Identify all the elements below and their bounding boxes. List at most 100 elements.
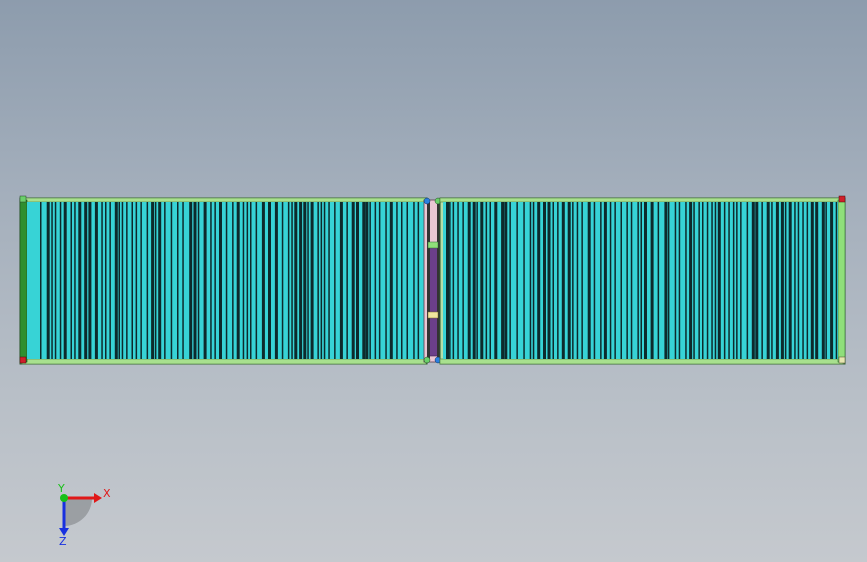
roller-slat — [109, 202, 111, 359]
roller-slat — [723, 202, 726, 359]
roller-slat — [472, 202, 476, 359]
conveyor-model[interactable]: X Y Z — [0, 0, 867, 562]
roller-slat — [225, 202, 228, 359]
roller-slat — [401, 202, 403, 359]
roller-slat — [504, 202, 508, 359]
roller-slat — [118, 202, 120, 359]
roller-slat — [255, 202, 258, 359]
roller-slat — [650, 202, 654, 359]
roller-slat — [581, 202, 583, 359]
roller-slat — [193, 202, 197, 359]
roller-slat — [775, 202, 779, 359]
roller-slat — [711, 202, 713, 359]
roller-slat — [291, 202, 293, 359]
roller-slat — [70, 202, 72, 359]
roller-slat — [467, 202, 471, 359]
roller-slat — [63, 202, 67, 359]
roller-slat — [689, 202, 693, 359]
roller-slat — [561, 202, 565, 359]
roller-slat — [94, 202, 98, 359]
roller-slat — [105, 202, 107, 359]
left-conveyor-section[interactable] — [19, 195, 428, 365]
roller-slat — [494, 202, 498, 359]
roller-slat — [529, 202, 532, 359]
roller-slat — [532, 202, 535, 359]
roller-slat — [346, 202, 348, 359]
roller-slat — [523, 202, 525, 359]
roller-slat — [268, 202, 271, 359]
roller-slat — [603, 202, 607, 359]
roller-slat — [197, 202, 200, 359]
roller-slat — [51, 202, 53, 359]
graphics-viewport[interactable]: X Y Z — [0, 0, 867, 562]
roller-slat — [126, 202, 128, 359]
roller-slat — [294, 202, 298, 359]
roller-slat — [369, 202, 371, 359]
corner-marker — [838, 195, 846, 203]
roller-slat — [362, 202, 366, 359]
roller-slat — [114, 202, 118, 359]
right-conveyor-section[interactable] — [439, 195, 846, 365]
right-top-rail — [439, 197, 844, 203]
roller-slat — [385, 202, 387, 359]
roller-slat — [593, 202, 596, 359]
roller-slat — [189, 202, 193, 359]
roller-slat — [356, 202, 359, 359]
roller-slat — [620, 202, 622, 359]
roller-slat — [685, 202, 687, 359]
roller-slat — [771, 202, 773, 359]
left-end-plate — [19, 199, 28, 363]
roller-slat — [674, 202, 677, 359]
center-joint-bracket — [427, 311, 439, 319]
roller-slat — [788, 202, 792, 359]
roller-slat — [640, 202, 642, 359]
roller-slat — [714, 202, 717, 359]
roller-slat — [121, 202, 124, 359]
roller-slat — [810, 202, 814, 359]
roller-slat — [131, 202, 133, 359]
roller-slat — [626, 202, 628, 359]
roller-slat — [830, 202, 834, 359]
roller-slat — [485, 202, 488, 359]
roller-slat — [543, 202, 546, 359]
corner-marker — [423, 197, 431, 205]
roller-slat — [417, 202, 420, 359]
x-axis-label: X — [103, 487, 111, 500]
coordinate-triad[interactable]: X Y Z — [57, 482, 111, 548]
roller-slat — [214, 202, 216, 359]
triad-shadow — [64, 498, 92, 526]
roller-slat — [732, 202, 735, 359]
corner-marker — [838, 356, 846, 364]
roller-slat — [806, 202, 809, 359]
roller-slat — [797, 202, 800, 359]
roller-slat — [821, 202, 825, 359]
roller-slat — [815, 202, 819, 359]
roller-slat — [101, 202, 103, 359]
roller-slat — [728, 202, 730, 359]
left-top-rail — [21, 197, 427, 203]
center-joint[interactable] — [423, 197, 443, 364]
roller-slat — [657, 202, 660, 359]
roller-slat — [644, 202, 647, 359]
roller-slat — [693, 202, 695, 359]
roller-slat — [374, 202, 377, 359]
roller-slat — [339, 202, 343, 359]
roller-slat — [146, 202, 149, 359]
roller-slat — [480, 202, 484, 359]
roller-slat — [236, 202, 240, 359]
roller-slat — [158, 202, 162, 359]
roller-slat — [317, 202, 319, 359]
roller-slat — [587, 202, 591, 359]
roller-slat — [664, 202, 668, 359]
roller-slat — [135, 202, 138, 359]
roller-slat — [755, 202, 759, 359]
roller-slat — [600, 202, 602, 359]
roller-slat — [203, 202, 207, 359]
roller-slat — [88, 202, 92, 359]
x-axis-arrowhead — [94, 493, 102, 503]
center-joint-bracket — [427, 241, 439, 249]
corner-marker — [19, 356, 27, 364]
roller-slat — [825, 202, 827, 359]
left-bottom-rail — [21, 358, 427, 365]
roller-slat — [678, 202, 681, 359]
